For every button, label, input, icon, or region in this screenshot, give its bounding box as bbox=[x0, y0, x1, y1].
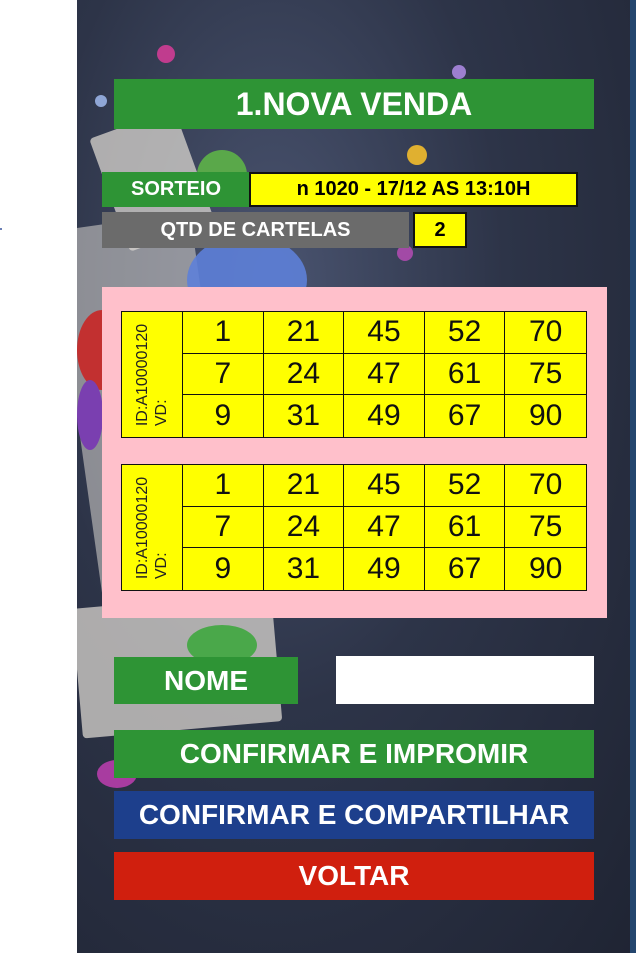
ticket-number: 52 bbox=[424, 312, 506, 354]
bingo-ball-image bbox=[407, 145, 427, 165]
ticket-id: ID:A10000120 bbox=[134, 476, 151, 579]
ticket-number: 67 bbox=[425, 548, 506, 590]
ticket-number: 75 bbox=[505, 354, 586, 396]
ticket-number: 1 bbox=[183, 312, 264, 354]
qtd-cartelas-value: 2 bbox=[413, 212, 467, 248]
ticket-number: 31 bbox=[264, 548, 345, 590]
bingo-ball-image bbox=[77, 380, 103, 450]
ticket-number: 47 bbox=[344, 506, 425, 549]
ticket-number: 49 bbox=[344, 395, 425, 437]
ticket-number: 70 bbox=[505, 465, 586, 507]
ticket-number: 90 bbox=[529, 399, 563, 433]
page-title: 1.NOVA VENDA bbox=[114, 79, 594, 129]
ticket-id-column: ID:A10000120 VD: bbox=[122, 465, 183, 590]
ticket-number: 52 bbox=[424, 465, 506, 507]
qtd-cartelas-label: QTD DE CARTELAS bbox=[102, 212, 409, 248]
sorteio-value: n 1020 - 17/12 AS 13:10H bbox=[249, 172, 578, 207]
nome-input[interactable] bbox=[336, 656, 594, 704]
ticket-number: 9 bbox=[183, 548, 264, 590]
ticket-number: 7 bbox=[183, 353, 264, 396]
ticket-number: 47 bbox=[344, 353, 425, 396]
ticket-number: 45 bbox=[344, 465, 425, 507]
bingo-ticket: ID:A10000120 VD: 1 21 45 52 70 7 24 47 6… bbox=[121, 464, 587, 591]
confirm-print-button[interactable]: CONFIRMAR E IMPROMIR bbox=[114, 730, 594, 778]
ticket-number: 31 bbox=[264, 395, 345, 437]
ticket-id-column: ID:A10000120 VD: bbox=[122, 312, 183, 437]
ticket-id: ID:A10000120 bbox=[134, 323, 151, 426]
ticket-number: 90 bbox=[529, 552, 563, 586]
nome-label: NOME bbox=[114, 657, 298, 704]
ticket-number: 24 bbox=[263, 506, 345, 549]
ticket-number: 75 bbox=[505, 507, 586, 549]
bingo-ticket: ID:A10000120 VD: 1 21 45 52 70 7 24 47 6… bbox=[121, 311, 587, 438]
confirm-share-button[interactable]: CONFIRMAR E COMPARTILHAR bbox=[114, 791, 594, 839]
ticket-number: 21 bbox=[263, 312, 345, 354]
ticket-number: 61 bbox=[424, 506, 506, 549]
bingo-ball-image bbox=[452, 65, 466, 79]
ticket-number: 24 bbox=[263, 353, 345, 396]
ticket-vd: VD: bbox=[153, 551, 170, 579]
ticket-number: 7 bbox=[183, 506, 264, 549]
bingo-ball-image bbox=[95, 95, 107, 107]
ticket-number: 9 bbox=[183, 395, 264, 437]
ticket-number: 1 bbox=[183, 465, 264, 507]
panel-edge bbox=[630, 0, 636, 953]
edge-dot bbox=[0, 228, 2, 230]
ticket-number: 45 bbox=[344, 312, 425, 354]
ticket-number: 21 bbox=[263, 465, 345, 507]
sorteio-label: SORTEIO bbox=[102, 172, 250, 207]
back-button[interactable]: VOLTAR bbox=[114, 852, 594, 900]
ticket-number: 61 bbox=[424, 353, 506, 396]
ticket-number: 67 bbox=[425, 395, 506, 437]
ticket-number: 70 bbox=[505, 312, 586, 354]
ticket-vd: VD: bbox=[153, 398, 170, 426]
ticket-number: 49 bbox=[344, 548, 425, 590]
bingo-ball-image bbox=[157, 45, 175, 63]
